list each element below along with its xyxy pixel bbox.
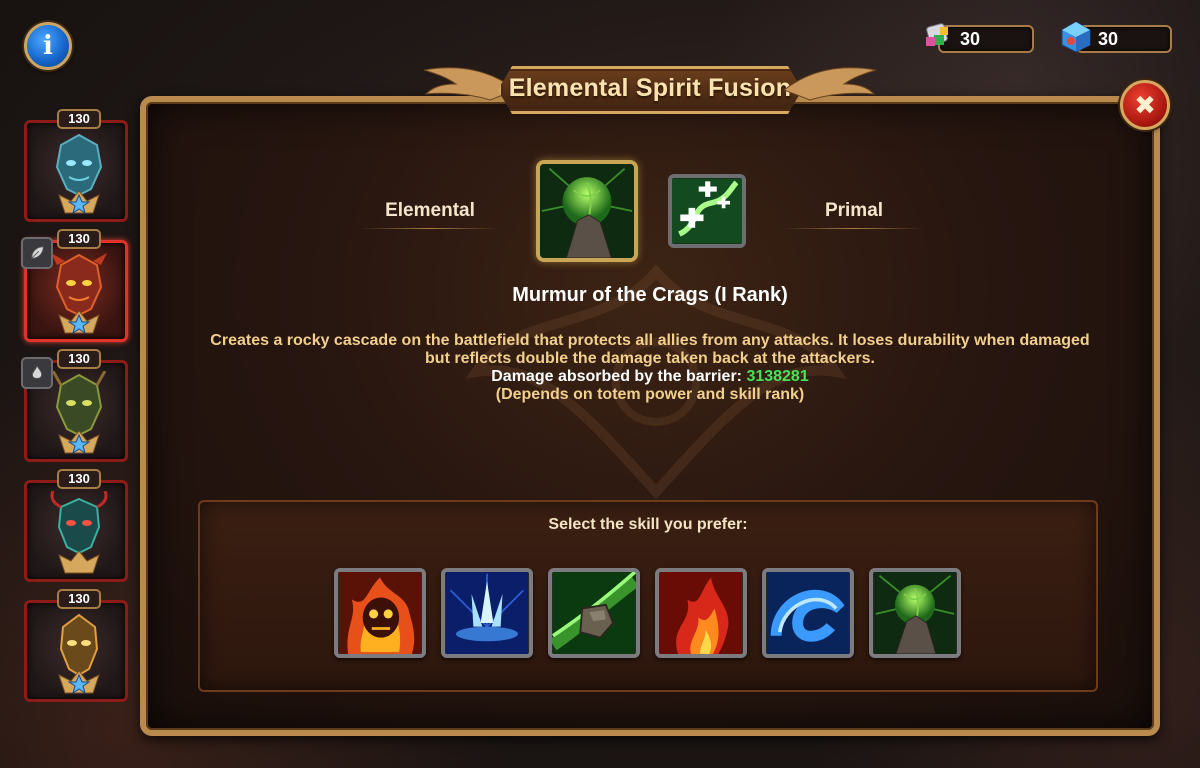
skill-option-fire-skull[interactable] [334,568,426,658]
totem-level: 130 [57,469,101,489]
select-prompt: Select the skill you prefer: [548,516,748,533]
skill-name: Murmur of the Crags (I Rank) [512,284,788,306]
totem-level: 130 [57,349,101,369]
currency-value: 30 [960,29,981,49]
leaf-icon [21,237,53,269]
fire-skull-icon [339,572,421,654]
info-button[interactable]: i [24,22,72,70]
damage-value: 3138281 [746,368,809,385]
star-badge-icon [58,670,100,695]
currency-tile-gems: 30 [920,23,1034,55]
wing-right-decoration [784,67,877,101]
secondary-skill-slot[interactable] [668,174,746,248]
divider [784,228,924,229]
title-banner: Elemental Spirit Fusion [420,60,880,120]
tile-gem-icon [926,23,948,46]
elemental-label: Elemental [385,200,475,221]
description-note: (Depends on totem power and skill rank) [495,386,805,403]
fire-icon [21,357,53,389]
ice-crystal-icon [446,572,528,654]
crystal-cube-icon [1061,21,1091,53]
skill-description: Creates a rocky cascade on the battlefie… [200,332,1100,404]
totem-slot-5[interactable]: 130 [24,589,128,702]
rock-barrier-icon [540,164,634,258]
fire-flame-icon [660,572,742,654]
damage-label: Damage absorbed by the barrier: [491,368,747,385]
heal-swirl-icon [672,178,742,244]
star-badge-icon [58,550,100,574]
currency-crystal-cubes: 30 [1058,21,1172,55]
totem-level: 130 [57,589,101,609]
star-badge-icon [58,310,100,335]
skill-option-fire-flame[interactable] [655,568,747,658]
description-line-2: but reflects double the damage taken bac… [425,350,875,367]
totem-slot-4[interactable]: 130 [24,469,128,582]
skill-option-ice-crystal[interactable] [441,568,533,658]
totem-slot-1[interactable]: 130 [24,109,128,222]
totem-slot-3[interactable]: 130 [21,349,128,462]
skill-option-water-wave[interactable] [762,568,854,658]
close-x-icon: ✖ [1134,89,1156,120]
star-badge-icon [58,430,100,455]
divider [360,228,500,229]
currency-value: 30 [1098,29,1119,49]
star-badge-icon [58,190,100,215]
skill-option-rock-barrier[interactable] [869,568,961,658]
totem-slot-2[interactable]: 130 [21,229,128,342]
totem-level: 130 [57,109,101,129]
damage-line: Damage absorbed by the barrier: 3138281 [200,368,1100,386]
primal-label: Primal [824,200,884,221]
close-button[interactable]: ✖ [1120,80,1170,130]
selected-skill-slot[interactable] [536,160,638,262]
description-line-1: Creates a rocky cascade on the battlefie… [210,332,1090,349]
rock-barrier-icon [874,572,956,654]
info-icon: i [43,31,53,61]
water-wave-icon [767,572,849,654]
skill-option-earth-rock[interactable] [548,568,640,658]
earth-rock-icon [552,572,636,654]
totem-level: 130 [57,229,101,249]
page-title: Elemental Spirit Fusion [508,74,792,102]
